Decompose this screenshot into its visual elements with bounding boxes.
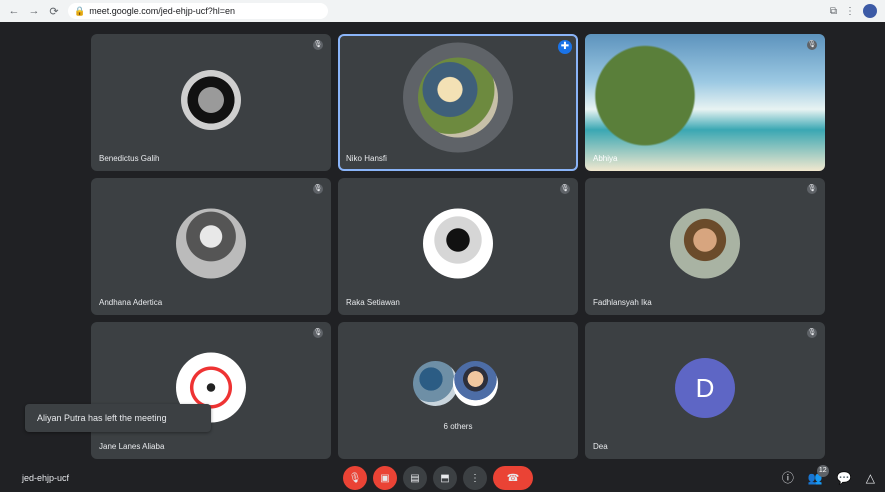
notification-toast: Aliyan Putra has left the meeting xyxy=(25,404,211,432)
captions-button[interactable]: ▤ xyxy=(403,466,427,490)
participant-tile[interactable]: D 🎙 Dea xyxy=(585,322,825,459)
participant-tile[interactable]: 🎙 Jane Lanes Aliaba xyxy=(91,322,331,459)
participant-name: Fadhlansyah Ika xyxy=(593,298,652,307)
participant-name: Benedictus Galih xyxy=(99,154,160,163)
participants-count: 12 xyxy=(816,464,829,477)
video-feed xyxy=(585,34,825,171)
mic-off-icon: 🎙 xyxy=(348,472,362,484)
profile-icon[interactable] xyxy=(863,4,877,18)
present-button[interactable]: ⬒ xyxy=(433,466,457,490)
participant-name: Raka Setiawan xyxy=(346,298,400,307)
chat-icon[interactable]: 💬 xyxy=(837,471,852,485)
mic-off-icon: 🎙 xyxy=(313,328,323,338)
menu-icon[interactable]: ⋮ xyxy=(845,6,855,17)
participant-name: Jane Lanes Aliaba xyxy=(99,442,165,451)
mic-off-icon: 🎙 xyxy=(807,328,817,338)
back-icon[interactable]: ← xyxy=(8,5,20,17)
phone-hangup-icon: ☎ xyxy=(506,472,520,484)
call-controls: 🎙 ▣ ▤ ⬒ ⋮ ☎ xyxy=(343,466,533,490)
participant-tile[interactable]: 🎙 Benedictus Galih xyxy=(91,34,331,171)
mic-off-icon: 🎙 xyxy=(807,40,817,50)
avatar-ring xyxy=(403,42,513,152)
participant-tile[interactable]: 🎙 Raka Setiawan xyxy=(338,178,578,315)
avatar-letter: D xyxy=(675,357,735,418)
mic-toggle-button[interactable]: 🎙 xyxy=(343,466,367,490)
side-controls: ⓘ 👥 12 💬 △ xyxy=(782,464,875,486)
camera-off-icon: ▣ xyxy=(380,472,390,484)
avatar xyxy=(670,208,740,278)
browser-toolbar: ← → ⟳ 🔒 meet.google.com/jed-ehjp-ucf?hl=… xyxy=(0,0,885,22)
address-bar[interactable]: 🔒 meet.google.com/jed-ehjp-ucf?hl=en xyxy=(68,3,328,19)
participant-name: Andhana Adertica xyxy=(99,298,163,307)
mic-off-icon: 🎙 xyxy=(313,184,323,194)
mic-off-icon: 🎙 xyxy=(807,184,817,194)
more-icon: ⋮ xyxy=(470,472,480,484)
present-icon: ⬒ xyxy=(440,472,450,484)
avatar xyxy=(181,69,241,130)
avatar xyxy=(413,360,458,406)
mic-off-icon: 🎙 xyxy=(313,40,323,50)
participant-name: Niko Hansfi xyxy=(346,154,387,163)
avatar xyxy=(423,208,493,278)
participant-tile[interactable]: ✚ Niko Hansfi xyxy=(338,34,578,171)
avatar xyxy=(418,57,498,137)
leave-call-button[interactable]: ☎ xyxy=(493,466,533,490)
forward-icon[interactable]: → xyxy=(28,5,40,17)
url-text: meet.google.com/jed-ehjp-ucf?hl=en xyxy=(89,6,236,16)
lock-icon: 🔒 xyxy=(74,5,86,16)
info-icon[interactable]: ⓘ xyxy=(782,469,794,486)
camera-toggle-button[interactable]: ▣ xyxy=(373,466,397,490)
toast-text: Aliyan Putra has left the meeting xyxy=(37,413,167,423)
participant-tile[interactable]: 🎙 Andhana Adertica xyxy=(91,178,331,315)
pin-icon[interactable]: ✚ xyxy=(558,40,572,54)
participant-name: Dea xyxy=(593,442,608,451)
meeting-controls-bar: jed-ehjp-ucf 🎙 ▣ ▤ ⬒ ⋮ ☎ ⓘ 👥 12 💬 △ xyxy=(0,464,885,492)
avatar xyxy=(176,208,246,278)
avatar xyxy=(453,360,498,406)
meeting-code: jed-ehjp-ucf xyxy=(22,473,70,483)
activities-icon[interactable]: △ xyxy=(866,471,875,485)
participant-tile[interactable]: 🎙 Abhiya xyxy=(585,34,825,171)
extensions-icon[interactable]: ⧉ xyxy=(830,6,837,17)
participant-tile[interactable]: 6 others xyxy=(338,322,578,459)
mic-off-icon: 🎙 xyxy=(560,184,570,194)
reload-icon[interactable]: ⟳ xyxy=(48,5,60,18)
participant-name: Abhiya xyxy=(593,154,618,163)
participants-button[interactable]: 👥 12 xyxy=(808,464,829,485)
captions-icon: ▤ xyxy=(410,472,420,484)
more-options-button[interactable]: ⋮ xyxy=(463,466,487,490)
avatar-group xyxy=(413,360,503,411)
participant-tile[interactable]: 🎙 Fadhlansyah Ika xyxy=(585,178,825,315)
participant-name: 6 others xyxy=(443,422,473,431)
